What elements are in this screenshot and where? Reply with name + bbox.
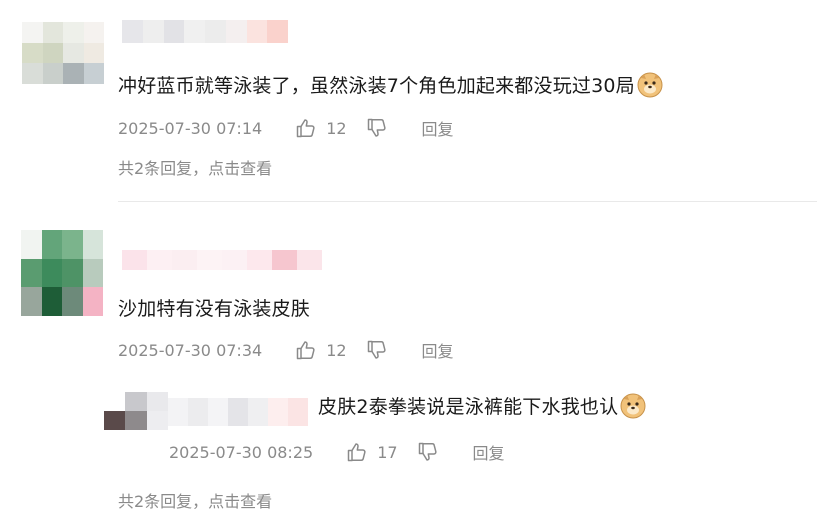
view-replies-link[interactable]: 共2条回复，点击查看 bbox=[118, 155, 272, 179]
mosaic-cell bbox=[125, 392, 147, 411]
like-button[interactable]: 12 bbox=[295, 117, 347, 139]
view-replies-link[interactable]: 共2条回复，点击查看 bbox=[118, 488, 272, 512]
mosaic-cell bbox=[42, 22, 63, 43]
mosaic-cell bbox=[272, 250, 297, 270]
mosaic-cell bbox=[297, 250, 322, 270]
comment-text: 冲好蓝币就等泳装了，虽然泳装7个角色加起来都没玩过30局 bbox=[118, 71, 663, 103]
dislike-button[interactable] bbox=[366, 339, 388, 361]
thumbs-up-icon bbox=[296, 341, 315, 360]
mosaic-cell bbox=[42, 42, 63, 64]
mosaic-cell bbox=[122, 250, 147, 270]
dislike-button[interactable] bbox=[417, 441, 439, 463]
mosaic-cell bbox=[188, 398, 208, 426]
doge-emoji-icon bbox=[620, 393, 646, 424]
doge-emoji-icon bbox=[637, 72, 663, 103]
like-button[interactable]: 12 bbox=[295, 339, 347, 361]
comment-item: 冲好蓝币就等泳装了，虽然泳装7个角色加起来都没玩过30局 2025-07-30 … bbox=[0, 0, 817, 200]
comment-divider bbox=[118, 201, 817, 202]
avatar[interactable] bbox=[104, 392, 168, 430]
mosaic-cell bbox=[147, 250, 172, 270]
mosaic-cell bbox=[228, 398, 248, 426]
comment-text: 沙加特有没有泳装皮肤 bbox=[118, 298, 311, 320]
thumbs-down-icon bbox=[367, 118, 386, 137]
comment-text: 皮肤2泰拳装说是泳裤能下水我也认 bbox=[318, 392, 646, 424]
comment-meta: 2025-07-30 07:14 12 回复 bbox=[118, 116, 454, 140]
reply-button[interactable]: 回复 bbox=[473, 440, 505, 464]
mosaic-cell bbox=[82, 230, 103, 259]
like-count: 12 bbox=[326, 118, 347, 138]
comment-item: 沙加特有没有泳装皮肤 2025-07-30 07:34 12 回复 皮肤2泰拳装… bbox=[0, 214, 817, 531]
sub-reply-item: 皮肤2泰拳装说是泳裤能下水我也认 2025-07-30 08:25 17 回复 bbox=[0, 376, 817, 476]
comment-text-content: 皮肤2泰拳装说是泳裤能下水我也认 bbox=[318, 396, 619, 418]
mosaic-cell bbox=[82, 287, 103, 316]
avatar[interactable] bbox=[22, 22, 104, 84]
mosaic-cell bbox=[22, 63, 43, 84]
mosaic-cell bbox=[21, 230, 42, 259]
mosaic-cell bbox=[62, 287, 83, 316]
mosaic-cell bbox=[184, 20, 205, 43]
mosaic-cell bbox=[83, 42, 104, 64]
mosaic-cell bbox=[225, 20, 247, 43]
thumbs-down-icon bbox=[418, 442, 437, 461]
comment-meta: 2025-07-30 07:34 12 回复 bbox=[118, 338, 454, 362]
mosaic-cell bbox=[168, 398, 188, 426]
timestamp: 2025-07-30 07:14 bbox=[118, 118, 263, 138]
mosaic-cell bbox=[41, 258, 62, 288]
mosaic-cell bbox=[125, 411, 147, 430]
reply-button[interactable]: 回复 bbox=[422, 116, 454, 140]
mosaic-cell bbox=[63, 22, 84, 43]
username[interactable] bbox=[122, 20, 288, 43]
mosaic-cell bbox=[42, 63, 63, 84]
timestamp: 2025-07-30 08:25 bbox=[169, 442, 314, 462]
like-count: 17 bbox=[377, 442, 398, 462]
username[interactable] bbox=[122, 250, 322, 270]
mosaic-cell bbox=[122, 20, 143, 43]
mosaic-cell bbox=[63, 42, 84, 64]
mosaic-cell bbox=[197, 250, 222, 270]
mosaic-cell bbox=[172, 250, 197, 270]
comment-text-content: 冲好蓝币就等泳装了，虽然泳装7个角色加起来都没玩过30局 bbox=[118, 75, 635, 97]
mosaic-cell bbox=[83, 22, 104, 43]
avatar[interactable] bbox=[21, 230, 103, 316]
mosaic-cell bbox=[268, 398, 288, 426]
comment-meta: 2025-07-30 08:25 17 回复 bbox=[169, 440, 505, 464]
mosaic-cell bbox=[267, 20, 288, 43]
mosaic-cell bbox=[41, 287, 62, 316]
mosaic-cell bbox=[205, 20, 226, 43]
mosaic-cell bbox=[21, 258, 42, 288]
mosaic-cell bbox=[247, 250, 272, 270]
mosaic-cell bbox=[82, 258, 103, 288]
mosaic-cell bbox=[104, 411, 126, 430]
reply-button[interactable]: 回复 bbox=[422, 338, 454, 362]
like-button[interactable]: 17 bbox=[346, 441, 398, 463]
mosaic-cell bbox=[83, 63, 104, 84]
mosaic-cell bbox=[146, 392, 168, 411]
mosaic-cell bbox=[163, 20, 185, 43]
mosaic-cell bbox=[63, 63, 84, 84]
dislike-button[interactable] bbox=[366, 117, 388, 139]
thumbs-up-icon bbox=[296, 119, 315, 138]
mosaic-cell bbox=[62, 230, 83, 259]
mosaic-cell bbox=[22, 42, 43, 64]
mosaic-cell bbox=[288, 398, 308, 426]
timestamp: 2025-07-30 07:34 bbox=[118, 340, 263, 360]
like-count: 12 bbox=[326, 340, 347, 360]
mosaic-cell bbox=[222, 250, 247, 270]
mosaic-cell bbox=[142, 20, 164, 43]
mosaic-cell bbox=[146, 411, 168, 430]
mosaic-cell bbox=[208, 398, 228, 426]
mosaic-cell bbox=[104, 392, 126, 411]
mosaic-cell bbox=[22, 22, 43, 43]
thumbs-down-icon bbox=[367, 340, 386, 359]
mosaic-cell bbox=[41, 230, 62, 259]
thumbs-up-icon bbox=[347, 443, 366, 462]
mosaic-cell bbox=[21, 287, 42, 316]
mosaic-cell bbox=[62, 258, 83, 288]
mosaic-cell bbox=[246, 20, 268, 43]
username[interactable] bbox=[168, 398, 308, 426]
mosaic-cell bbox=[248, 398, 268, 426]
